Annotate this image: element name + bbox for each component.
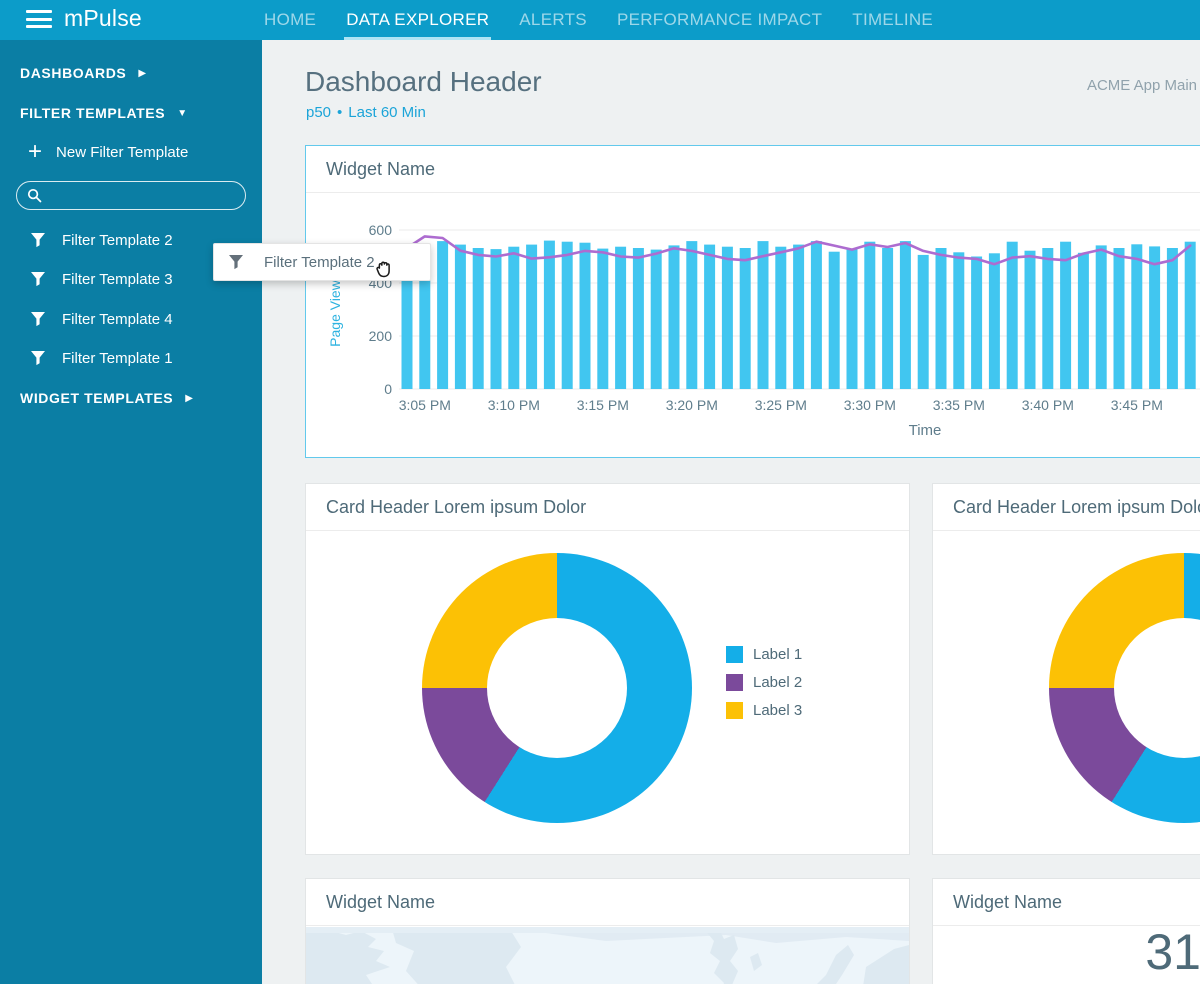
top-bar: mPulse HOME DATA EXPLORER ALERTS PERFORM…: [0, 0, 1200, 40]
plus-icon: +: [28, 142, 42, 162]
widget-title: Widget Name: [306, 879, 909, 926]
svg-text:200: 200: [369, 328, 393, 344]
big-number-value: 31: [933, 923, 1200, 981]
sidebar-item-dashboards[interactable]: DASHBOARDS ▶: [0, 61, 262, 85]
widget-title: Card Header Lorem ipsum Dolor: [933, 484, 1200, 531]
bar-line-chart: 02004006003:05 PM3:10 PM3:15 PM3:20 PM3:…: [306, 194, 1200, 458]
widget-title: Widget Name: [933, 879, 1200, 926]
legend-swatch-yellow: [726, 702, 743, 719]
legend-swatch-blue: [726, 646, 743, 663]
map-widget: Widget Name: [305, 878, 910, 984]
caret-right-icon: ▶: [138, 68, 146, 79]
hamburger-menu-icon[interactable]: [26, 10, 52, 30]
donut-chart: [1049, 553, 1200, 823]
nav-item-timeline[interactable]: TIMELINE: [852, 0, 933, 40]
svg-text:3:20 PM: 3:20 PM: [666, 397, 718, 413]
sidebar-filter-template-4[interactable]: Filter Template 4: [0, 307, 262, 331]
page-title: Dashboard Header: [305, 66, 542, 98]
filter-funnel-icon: [30, 311, 46, 327]
svg-text:3:25 PM: 3:25 PM: [755, 397, 807, 413]
timeseries-widget: Widget Name 02004006003:05 PM3:10 PM3:15…: [305, 145, 1200, 458]
svg-text:3:05 PM: 3:05 PM: [399, 397, 451, 413]
world-map: [306, 927, 909, 984]
page-subtitle[interactable]: p50 • Last 60 Min: [306, 104, 426, 121]
bullet-separator: •: [337, 104, 342, 121]
sidebar-filter-template-1[interactable]: Filter Template 1: [0, 346, 262, 370]
caret-right-icon: ▶: [185, 393, 193, 404]
search-icon: [27, 188, 42, 203]
new-filter-template-button[interactable]: + New Filter Template: [0, 140, 262, 164]
search-input[interactable]: [50, 188, 235, 204]
map-graphic: [306, 927, 909, 984]
time-range-label: Last 60 Min: [348, 104, 426, 121]
filter-funnel-icon: [228, 254, 244, 270]
drag-ghost-filter-template[interactable]: Filter Template 2: [213, 243, 431, 281]
main-nav: HOME DATA EXPLORER ALERTS PERFORMANCE IM…: [264, 0, 933, 40]
nav-item-alerts[interactable]: ALERTS: [519, 0, 587, 40]
widget-title: Widget Name: [306, 146, 1200, 193]
legend-item: Label 1: [726, 646, 802, 663]
sidebar-item-filter-templates[interactable]: FILTER TEMPLATES ▼: [0, 101, 262, 125]
legend-item: Label 2: [726, 674, 802, 691]
main-content: Dashboard Header p50 • Last 60 Min ACME …: [262, 40, 1200, 984]
nav-item-home[interactable]: HOME: [264, 0, 316, 40]
svg-text:3:30 PM: 3:30 PM: [844, 397, 896, 413]
svg-text:3:45 PM: 3:45 PM: [1111, 397, 1163, 413]
donut-widget-2: Card Header Lorem ipsum Dolor: [932, 483, 1200, 855]
svg-text:600: 600: [369, 222, 393, 238]
sidebar-item-widget-templates[interactable]: WIDGET TEMPLATES ▶: [0, 386, 262, 410]
svg-text:Page Views: Page Views: [327, 273, 343, 347]
donut-chart: [422, 553, 692, 823]
widget-title: Card Header Lorem ipsum Dolor: [306, 484, 909, 531]
nav-item-data-explorer[interactable]: DATA EXPLORER: [346, 0, 489, 40]
sidebar: DASHBOARDS ▶ FILTER TEMPLATES ▼ + New Fi…: [0, 40, 262, 984]
donut-widget-1: Card Header Lorem ipsum Dolor Label 1 La…: [305, 483, 910, 855]
filter-funnel-icon: [30, 350, 46, 366]
app-selector[interactable]: ACME App Main: [1087, 77, 1197, 94]
metric-label: p50: [306, 104, 331, 121]
nav-item-performance-impact[interactable]: PERFORMANCE IMPACT: [617, 0, 822, 40]
svg-text:Time: Time: [909, 422, 942, 439]
big-number-widget: Widget Name 31: [932, 878, 1200, 984]
svg-text:3:10 PM: 3:10 PM: [488, 397, 540, 413]
caret-down-icon: ▼: [177, 108, 187, 119]
sidebar-search: [16, 181, 246, 210]
svg-text:3:35 PM: 3:35 PM: [933, 397, 985, 413]
svg-text:3:40 PM: 3:40 PM: [1022, 397, 1074, 413]
legend-item: Label 3: [726, 702, 802, 719]
filter-funnel-icon: [30, 271, 46, 287]
svg-text:3:15 PM: 3:15 PM: [577, 397, 629, 413]
chart-legend: Label 1 Label 2 Label 3: [726, 646, 802, 719]
app-logo: mPulse: [64, 5, 142, 32]
legend-swatch-purple: [726, 674, 743, 691]
svg-text:0: 0: [384, 381, 392, 397]
app-window: mPulse HOME DATA EXPLORER ALERTS PERFORM…: [0, 0, 1200, 984]
filter-funnel-icon: [30, 232, 46, 248]
